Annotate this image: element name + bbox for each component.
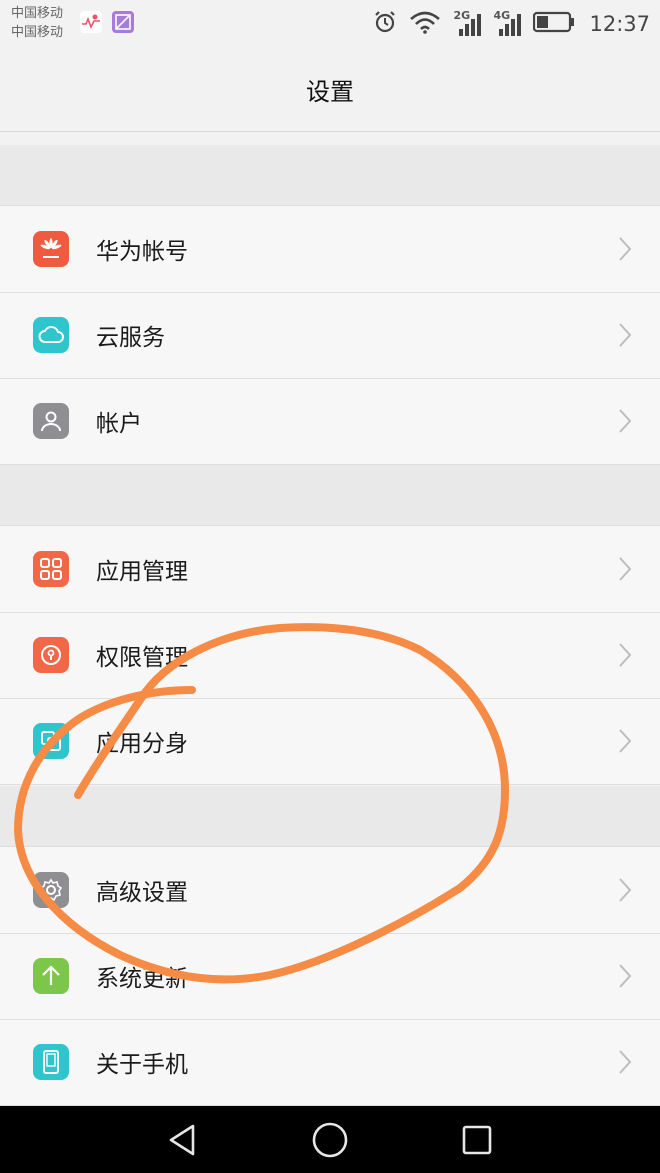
settings-item-label: 华为帐号 (96, 239, 188, 265)
settings-item-label: 应用分身 (96, 731, 188, 757)
chevron-right-icon (619, 729, 632, 753)
chevron-right-icon (619, 964, 632, 988)
user-icon (33, 403, 69, 439)
clock-time: 12:37 (589, 12, 650, 36)
settings-item-system-update[interactable]: 系统更新 (0, 933, 660, 1019)
gallery-icon (112, 11, 134, 33)
recent-apps-icon[interactable] (457, 1120, 497, 1160)
settings-item-accounts[interactable]: 帐户 (0, 378, 660, 464)
settings-item-app-twin[interactable]: 应用分身 (0, 698, 660, 784)
battery-icon (533, 11, 575, 37)
group-separator (0, 786, 660, 846)
wifi-icon (409, 10, 441, 38)
group-separator (0, 145, 660, 205)
grid-icon (33, 551, 69, 587)
chevron-right-icon (619, 878, 632, 902)
settings-item-cloud-service[interactable]: 云服务 (0, 292, 660, 378)
signal-icon-sim2: 4G (493, 9, 522, 37)
back-icon[interactable] (162, 1120, 202, 1160)
settings-group-apps: 应用管理 权限管理 应用分身 (0, 525, 660, 785)
navigation-bar (0, 1106, 660, 1173)
settings-item-advanced-settings[interactable]: 高级设置 (0, 847, 660, 933)
settings-item-label: 关于手机 (96, 1052, 188, 1078)
health-icon (80, 11, 102, 33)
group-separator (0, 465, 660, 525)
carrier-info: 中国移动 中国移动 (11, 4, 63, 42)
arrow-up-icon (33, 958, 69, 994)
status-bar: 中国移动 中国移动 2G 4G 12:37 (0, 0, 660, 48)
settings-item-label: 权限管理 (96, 645, 188, 671)
settings-item-label: 高级设置 (96, 880, 188, 906)
settings-item-label: 应用管理 (96, 559, 188, 585)
chevron-right-icon (619, 237, 632, 261)
alarm-icon (373, 10, 397, 38)
settings-item-huawei-account[interactable]: 华为帐号 (0, 206, 660, 292)
settings-item-about-phone[interactable]: 关于手机 (0, 1019, 660, 1105)
settings-item-permission-management[interactable]: 权限管理 (0, 612, 660, 698)
carrier-2: 中国移动 (11, 25, 64, 40)
title-bar: 设置 (0, 48, 660, 132)
huawei-logo-icon (33, 231, 69, 267)
signal-icon-sim1: 2G (453, 9, 482, 37)
chevron-right-icon (619, 1050, 632, 1074)
chevron-right-icon (619, 557, 632, 581)
settings-item-label: 帐户 (96, 411, 142, 437)
phone-icon (33, 1044, 69, 1080)
settings-item-label: 系统更新 (96, 966, 188, 992)
home-icon[interactable] (310, 1120, 350, 1160)
chevron-right-icon (619, 323, 632, 347)
settings-item-label: 云服务 (96, 325, 165, 351)
settings-group-system: 高级设置 系统更新 关于手机 (0, 846, 660, 1106)
page-title: 设置 (306, 78, 354, 106)
key-icon (33, 637, 69, 673)
settings-item-app-management[interactable]: 应用管理 (0, 526, 660, 612)
chevron-right-icon (619, 643, 632, 667)
chevron-right-icon (619, 409, 632, 433)
carrier-1: 中国移动 (11, 6, 64, 21)
clone-icon (33, 723, 69, 759)
settings-group-account: 华为帐号 云服务 帐户 (0, 205, 660, 465)
gear-icon (33, 872, 69, 908)
cloud-icon (33, 317, 69, 353)
